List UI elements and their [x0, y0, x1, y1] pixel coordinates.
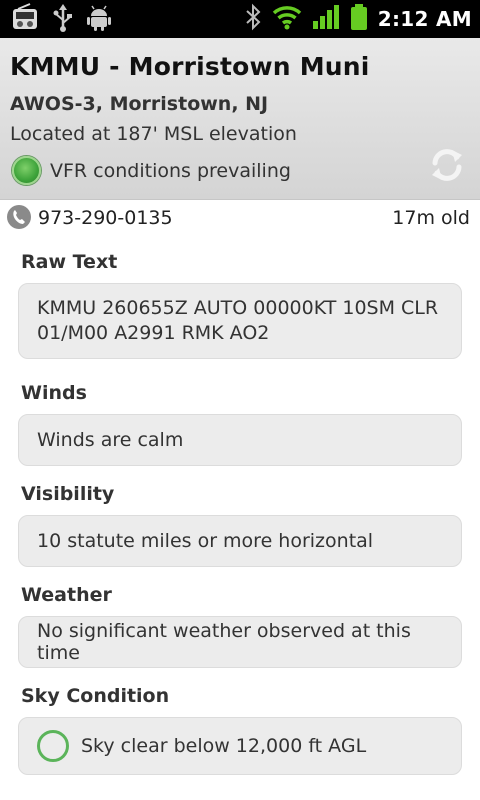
station-elevation: Located at 187' MSL elevation	[10, 123, 297, 145]
weather-card: No significant weather observed at this …	[18, 616, 462, 668]
wifi-icon	[272, 4, 302, 34]
usb-icon	[52, 3, 74, 37]
sky-condition-value: Sky clear below 12,000 ft AGL	[81, 735, 367, 757]
flight-category-indicator-icon	[12, 156, 41, 185]
phone-icon[interactable]	[6, 204, 32, 230]
raw-text-card: KMMU 260655Z AUTO 00000KT 10SM CLR 01/M0…	[18, 283, 462, 359]
android-icon	[86, 3, 112, 37]
station-title: KMMU - Morristown Muni	[10, 52, 370, 81]
winds-label: Winds	[21, 382, 87, 404]
sky-clear-icon	[37, 730, 69, 762]
bluetooth-icon	[244, 3, 262, 35]
visibility-card: 10 statute miles or more horizontal	[18, 515, 462, 567]
flight-category-label: VFR conditions prevailing	[50, 159, 291, 182]
refresh-icon	[432, 149, 462, 181]
station-subtitle: AWOS-3, Morristown, NJ	[10, 93, 269, 115]
system-icons: 2:12 AM	[244, 3, 472, 35]
notification-icons	[10, 3, 112, 37]
weather-label: Weather	[21, 584, 112, 606]
battery-icon	[350, 3, 368, 35]
visibility-value: 10 statute miles or more horizontal	[37, 530, 374, 552]
winds-value: Winds are calm	[37, 429, 184, 451]
raw-text-label: Raw Text	[21, 251, 118, 273]
raw-text-line-2: 01/M00 A2991 RMK AO2	[37, 322, 270, 344]
raw-text-line-1: KMMU 260655Z AUTO 00000KT 10SM CLR	[37, 297, 439, 319]
radio-icon	[10, 3, 40, 37]
winds-card: Winds are calm	[18, 414, 462, 466]
refresh-button[interactable]	[428, 146, 466, 184]
report-age: 17m old	[392, 207, 470, 229]
station-header: KMMU - Morristown Muni AWOS-3, Morristow…	[0, 38, 480, 200]
contact-row: 973-290-0135 17m old	[0, 200, 480, 236]
sky-condition-card: Sky clear below 12,000 ft AGL	[18, 717, 462, 775]
weather-value: No significant weather observed at this …	[37, 620, 411, 664]
clock: 2:12 AM	[377, 7, 472, 31]
signal-icon	[312, 4, 340, 34]
visibility-label: Visibility	[21, 483, 115, 505]
flight-category: VFR conditions prevailing	[12, 156, 291, 185]
sky-condition-label: Sky Condition	[21, 685, 170, 707]
phone-number[interactable]: 973-290-0135	[38, 207, 173, 229]
status-bar: 2:12 AM	[0, 0, 480, 38]
